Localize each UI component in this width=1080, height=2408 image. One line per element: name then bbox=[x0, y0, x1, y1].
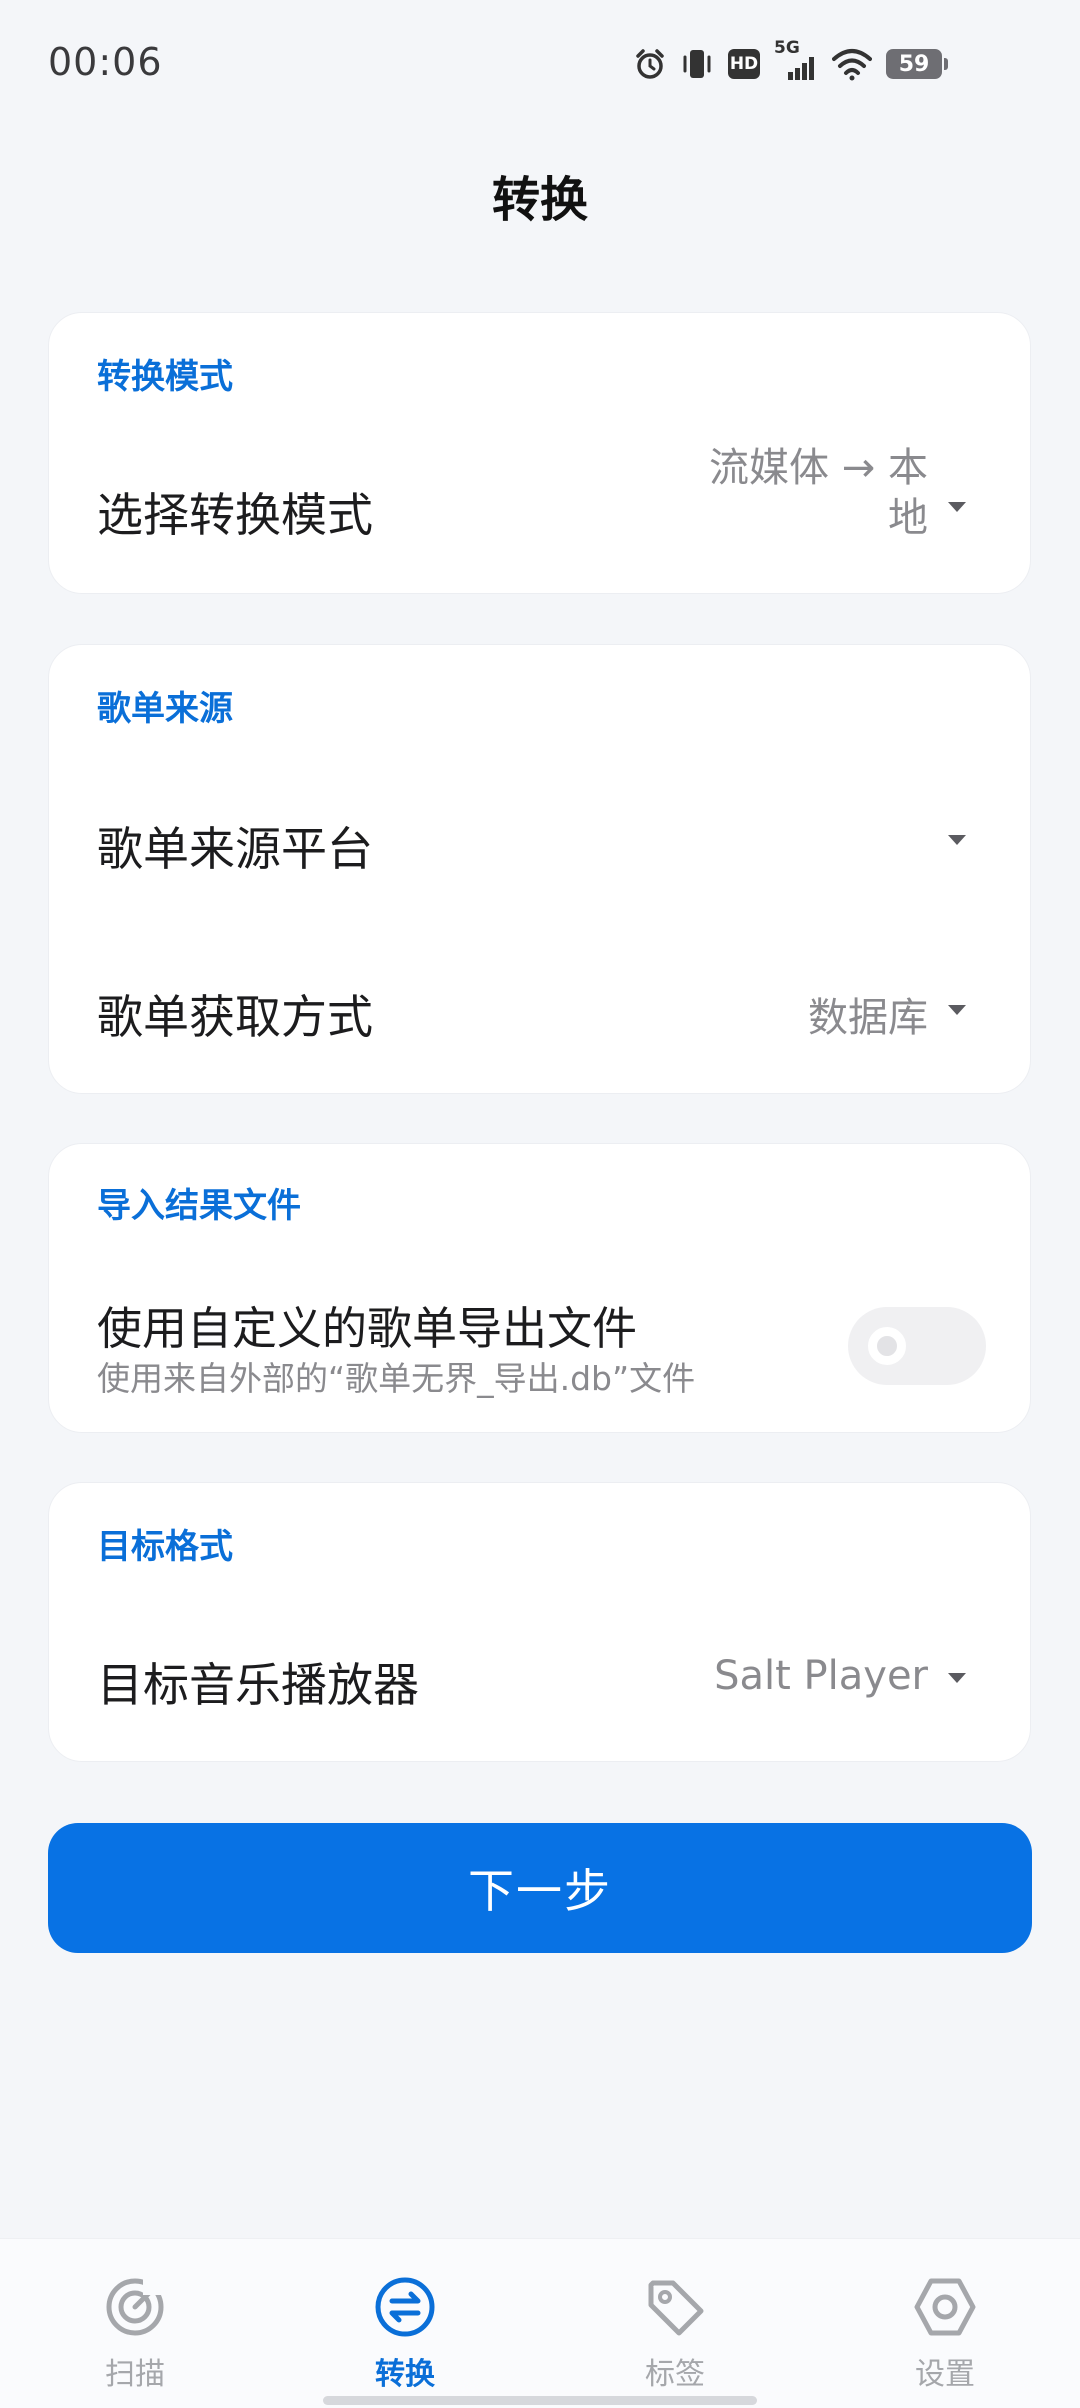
scan-icon bbox=[106, 2278, 165, 2336]
select-conversion-mode-row[interactable]: 选择转换模式 流媒体 → 本 地 bbox=[49, 423, 1032, 595]
custom-export-file-subtitle: 使用来自外部的“歌单无界_导出.db”文件 bbox=[97, 1359, 696, 1398]
status-time: 00:06 bbox=[48, 40, 163, 84]
nav-label-tags: 标签 bbox=[645, 2357, 705, 2392]
target-player-label: 目标音乐播放器 bbox=[97, 1658, 419, 1712]
card-header-conversion-mode: 转换模式 bbox=[97, 357, 233, 397]
target-format-card: 目标格式 目标音乐播放器 Salt Player bbox=[48, 1482, 1031, 1762]
conversion-mode-card: 转换模式 选择转换模式 流媒体 → 本 地 bbox=[48, 312, 1031, 594]
next-step-button[interactable]: 下一步 bbox=[48, 1823, 1032, 1953]
fetch-method-row[interactable]: 歌单获取方式 数据库 bbox=[49, 925, 1032, 1095]
conversion-mode-value-line1: 流媒体 → 本 bbox=[709, 445, 928, 491]
settings-icon bbox=[914, 2278, 976, 2336]
custom-export-file-row[interactable]: 使用自定义的歌单导出文件 使用来自外部的“歌单无界_导出.db”文件 bbox=[49, 1254, 1032, 1434]
custom-export-file-toggle[interactable] bbox=[848, 1307, 986, 1385]
source-platform-row[interactable]: 歌单来源平台 bbox=[49, 755, 1032, 925]
cellular-signal: 5G bbox=[774, 38, 818, 84]
playlist-source-card: 歌单来源 歌单来源平台 歌单获取方式 数据库 bbox=[48, 644, 1031, 1094]
status-bar: 00:06 HD 5G 59 bbox=[0, 0, 1080, 130]
chevron-down-icon bbox=[948, 1673, 966, 1683]
tag-icon bbox=[648, 2280, 704, 2336]
fetch-method-label: 歌单获取方式 bbox=[97, 990, 373, 1044]
conversion-mode-value: 流媒体 → 本 地 bbox=[709, 443, 928, 543]
wifi-icon bbox=[832, 49, 872, 81]
nav-item-convert[interactable]: 转换 bbox=[325, 2275, 485, 2393]
custom-export-file-title: 使用自定义的歌单导出文件 bbox=[97, 1302, 638, 1355]
target-player-value: Salt Player bbox=[714, 1653, 928, 1699]
source-platform-label: 歌单来源平台 bbox=[97, 822, 373, 876]
hd-badge: HD bbox=[728, 49, 760, 79]
nav-label-convert: 转换 bbox=[375, 2357, 435, 2392]
convert-icon bbox=[375, 2277, 435, 2337]
chevron-down-icon bbox=[948, 1005, 966, 1015]
battery-indicator: 59 bbox=[886, 49, 948, 79]
alarm-icon bbox=[636, 49, 664, 79]
nav-label-settings: 设置 bbox=[915, 2357, 975, 2392]
page-title: 转换 bbox=[491, 172, 588, 228]
toggle-knob bbox=[868, 1327, 906, 1365]
bottom-nav: 扫描 转换 标签 设置 bbox=[0, 2238, 1080, 2408]
card-header-target-format: 目标格式 bbox=[97, 1527, 233, 1567]
status-icons: HD 5G 59 bbox=[634, 38, 948, 86]
card-header-import-result-file: 导入结果文件 bbox=[97, 1186, 301, 1226]
convert-page: 00:06 HD 5G 59 转换 转换模式 选择转换模式 流媒体 → 本 地 … bbox=[0, 0, 1080, 2408]
nav-label-scan: 扫描 bbox=[105, 2357, 165, 2392]
signal-bars-icon bbox=[788, 57, 814, 80]
vibrate-icon bbox=[683, 50, 711, 78]
conversion-mode-value-line2: 地 bbox=[888, 495, 928, 541]
import-result-file-card: 导入结果文件 使用自定义的歌单导出文件 使用来自外部的“歌单无界_导出.db”文… bbox=[48, 1143, 1031, 1433]
nav-item-tags[interactable]: 标签 bbox=[595, 2275, 755, 2393]
card-header-playlist-source: 歌单来源 bbox=[97, 689, 233, 729]
target-player-row[interactable]: 目标音乐播放器 Salt Player bbox=[49, 1593, 1032, 1763]
fetch-method-value: 数据库 bbox=[808, 995, 928, 1041]
select-conversion-mode-label: 选择转换模式 bbox=[97, 488, 373, 542]
nav-item-settings[interactable]: 设置 bbox=[865, 2275, 1025, 2393]
chevron-down-icon bbox=[948, 502, 966, 512]
chevron-down-icon bbox=[948, 835, 966, 845]
nav-item-scan[interactable]: 扫描 bbox=[55, 2275, 215, 2393]
gesture-bar bbox=[323, 2396, 757, 2405]
